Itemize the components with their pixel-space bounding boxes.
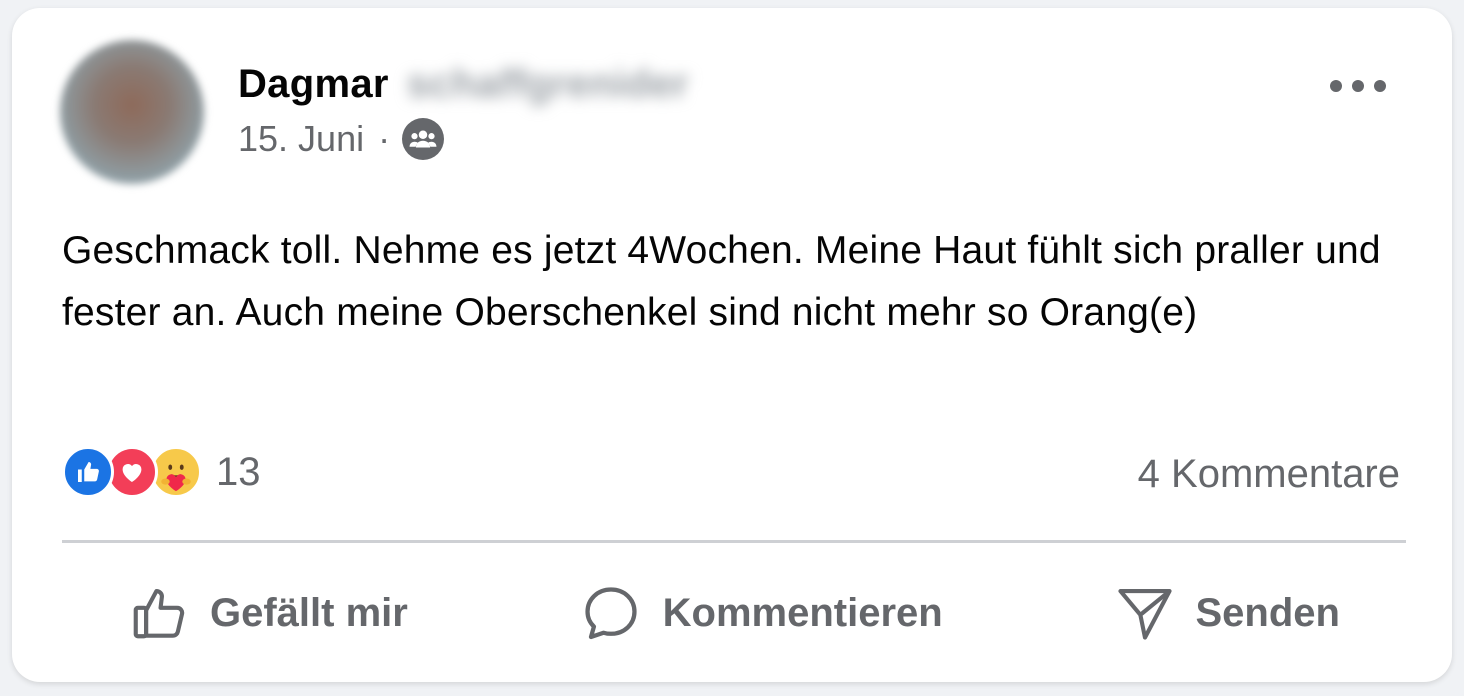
send-icon <box>1117 588 1172 640</box>
avatar[interactable] <box>60 40 204 184</box>
post-card: Dagmar schaffgrenider 15. Juni · Geschma… <box>12 8 1452 682</box>
like-button-label: Gefällt mir <box>210 590 408 635</box>
like-reaction-icon <box>62 446 114 498</box>
author-last-name-blurred: schaffgrenider <box>406 62 689 106</box>
comments-count-link[interactable]: 4 Kommentare <box>1138 452 1400 497</box>
comment-button[interactable]: Kommentieren <box>579 568 943 658</box>
comment-bubble-icon <box>585 587 637 640</box>
author-first-name[interactable]: Dagmar <box>238 62 389 107</box>
divider <box>62 540 1406 543</box>
reaction-count: 13 <box>216 449 261 494</box>
thumbs-up-icon <box>133 588 185 639</box>
more-dot <box>1374 80 1386 92</box>
reactions-summary[interactable]: 13 <box>62 446 261 498</box>
send-button-label: Senden <box>1195 590 1340 635</box>
more-dot <box>1352 80 1364 92</box>
comment-button-label: Kommentieren <box>662 590 943 635</box>
post-date[interactable]: 15. Juni <box>238 118 364 160</box>
post-text: Geschmack toll. Nehme es jetzt 4Wochen. … <box>62 229 1381 334</box>
like-button[interactable]: Gefällt mir <box>128 568 408 658</box>
post-meta: 15. Juni · <box>238 118 445 160</box>
action-bar: Gefällt mir Kommentieren Senden <box>62 568 1406 658</box>
meta-separator: · <box>378 118 391 159</box>
more-options-icon[interactable] <box>1330 66 1386 106</box>
group-icon <box>402 118 445 160</box>
send-button[interactable]: Senden <box>1114 568 1340 658</box>
author-name[interactable]: Dagmar schaffgrenider <box>238 62 689 107</box>
more-dot <box>1330 80 1342 92</box>
